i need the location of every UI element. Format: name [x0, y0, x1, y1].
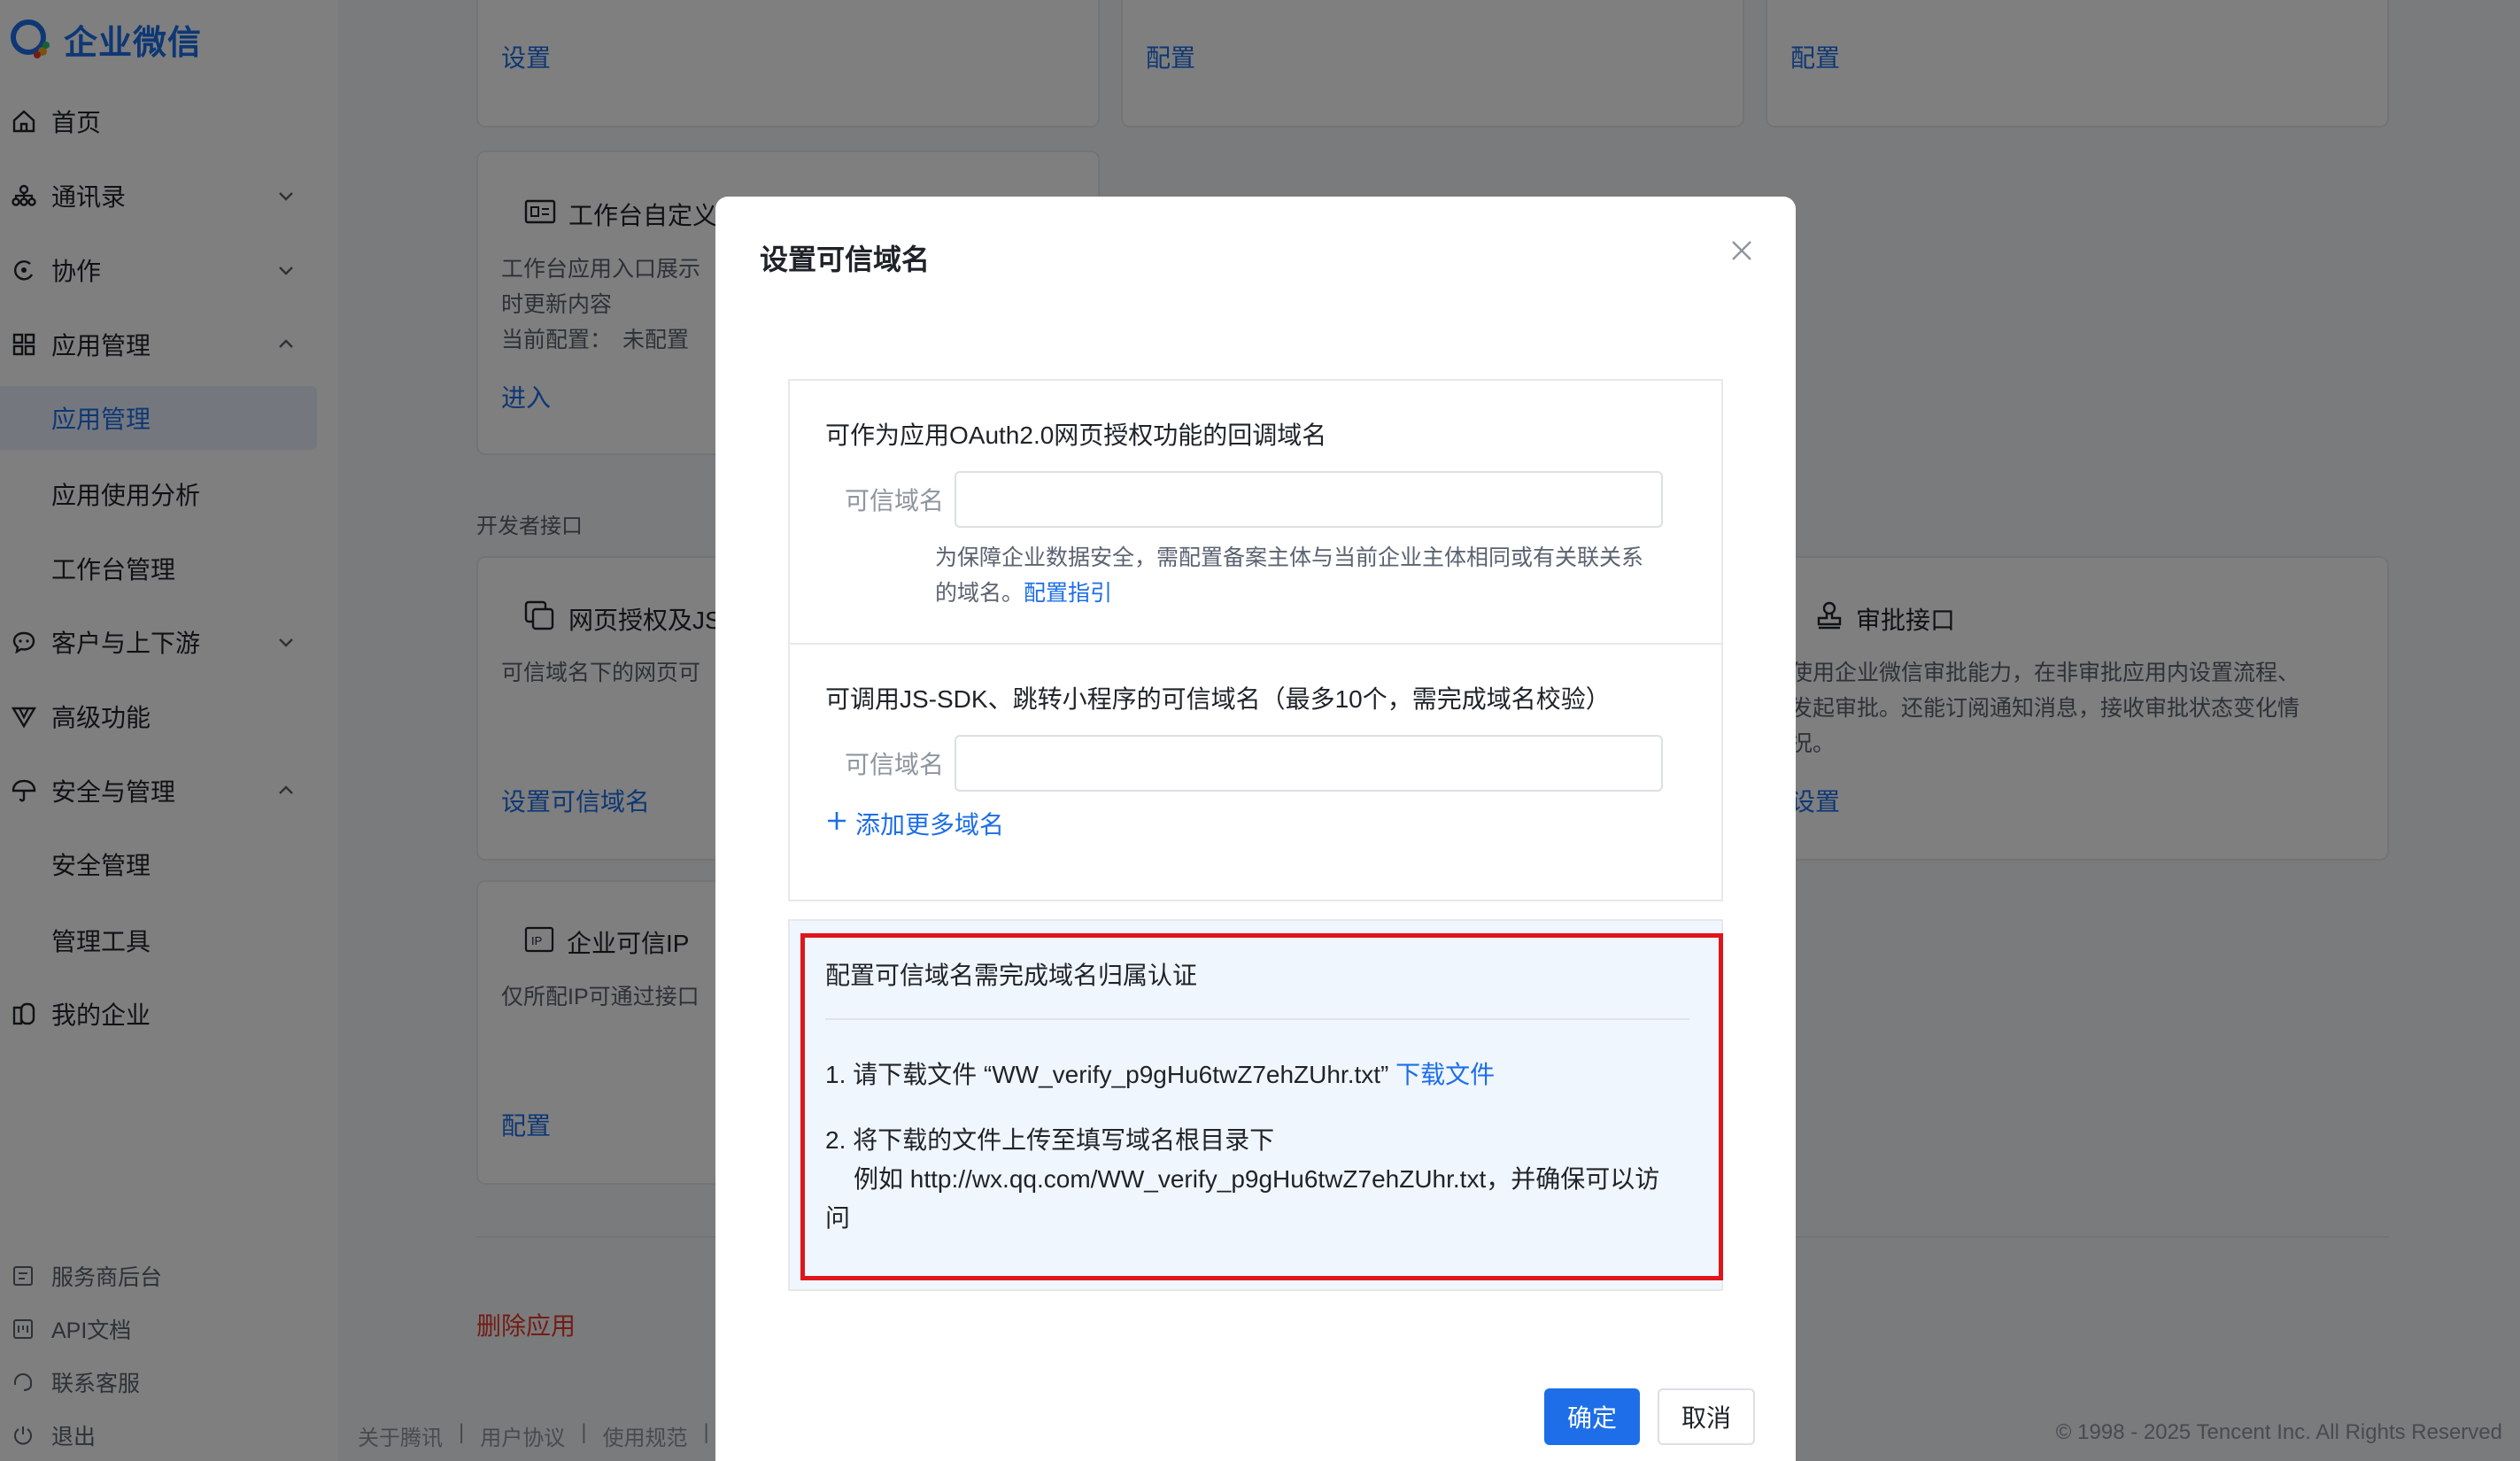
dialog-title: 设置可信域名: [760, 244, 931, 275]
verification-step-1: 1. 请下载文件 “WW_verify_p9gHu6twZ7ehZUhr.txt…: [825, 1061, 1496, 1088]
verification-title: 配置可信域名需完成域名归属认证: [825, 962, 1198, 989]
oauth-field-label: 可信域名: [845, 487, 945, 514]
jssdk-field-label: 可信域名: [845, 751, 945, 778]
plus-icon: [825, 809, 848, 839]
config-guide-link[interactable]: 配置指引: [1024, 581, 1112, 606]
oauth-domain-section: 可作为应用OAuth2.0网页授权功能的回调域名 可信域名 为保障企业数据安全，…: [788, 379, 1723, 645]
cancel-button[interactable]: 取消: [1658, 1388, 1755, 1445]
oauth-domain-hint: 为保障企业数据安全，需配置备案主体与当前企业主体相同或有关联关系 的域名。配置指…: [935, 545, 1644, 606]
verification-step-2: 2. 将下载的文件上传至填写域名根目录下 例如 http://wx.qq.com…: [825, 1126, 1660, 1232]
close-icon[interactable]: [1727, 236, 1757, 266]
jssdk-domain-section: 可调用JS-SDK、跳转小程序的可信域名（最多10个，需完成域名校验） 可信域名…: [788, 643, 1723, 901]
confirm-button[interactable]: 确定: [1544, 1388, 1640, 1445]
trusted-domain-dialog: 设置可信域名 可作为应用OAuth2.0网页授权功能的回调域名 可信域名 为保障…: [715, 197, 1796, 1461]
oauth-section-title: 可作为应用OAuth2.0网页授权功能的回调域名: [825, 421, 1327, 449]
oauth-domain-input[interactable]: [955, 471, 1663, 528]
jssdk-domain-input[interactable]: [955, 735, 1663, 792]
download-file-link[interactable]: 下载文件: [1395, 1061, 1495, 1088]
jssdk-section-title: 可调用JS-SDK、跳转小程序的可信域名（最多10个，需完成域名校验）: [825, 685, 1611, 713]
add-more-domains-button[interactable]: 添加更多域名: [825, 806, 1004, 841]
verification-divider: [825, 1018, 1689, 1020]
